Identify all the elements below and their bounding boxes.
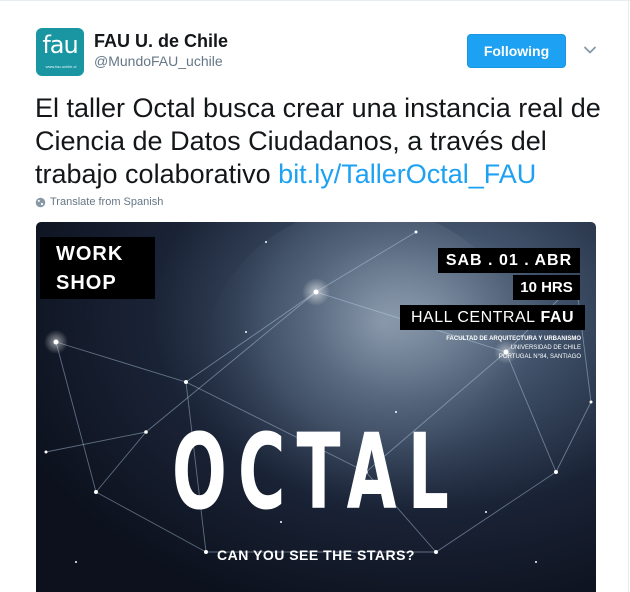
avatar-logo-text: fau [42, 31, 78, 59]
event-time: 10 HRS [513, 275, 580, 300]
workshop-badge: WORK SHOP [40, 237, 155, 299]
following-button[interactable]: Following [467, 34, 566, 68]
poster-title: OCTAL [172, 411, 460, 533]
address: PORTUGAL N°84, SANTIAGO [498, 354, 581, 360]
faculty-name: FACULTAD DE ARQUITECTURA Y URBANISMO [446, 336, 581, 342]
translate-link[interactable]: Translate from Spanish [35, 196, 163, 208]
translate-label: Translate from Spanish [50, 196, 164, 208]
chevron-down-icon[interactable] [583, 43, 597, 57]
right-divider [628, 0, 629, 592]
avatar[interactable]: fau www.fau.uchile.cl [36, 28, 84, 76]
event-date: SAB . 01 . ABR [438, 248, 580, 273]
account-name[interactable]: FAU U. de Chile [94, 31, 228, 52]
top-divider [0, 0, 630, 1]
event-venue: HALL CENTRAL FAU [400, 305, 585, 330]
workshop-line-2: SHOP [56, 272, 117, 294]
tweet-media-image[interactable]: WORK SHOP SAB . 01 . ABR 10 HRS HALL CEN… [36, 222, 596, 592]
account-handle[interactable]: @MundoFAU_uchile [94, 53, 223, 69]
globe-icon [35, 197, 46, 207]
venue-name: HALL CENTRAL [410, 308, 536, 326]
venue-name-bold: FAU [540, 308, 575, 326]
faculty-address: FACULTAD DE ARQUITECTURA Y URBANISMO UNI… [416, 335, 581, 362]
poster-tagline: CAN YOU SEE THE STARS? [217, 547, 415, 563]
university-name: UNIVERSIDAD DE CHILE [510, 345, 581, 351]
avatar-logo-url: www.fau.uchile.cl [45, 64, 77, 69]
workshop-line-1: WORK [56, 243, 124, 265]
tweet-link[interactable]: bit.ly/TallerOctal_FAU [278, 159, 536, 189]
tweet-text: El taller Octal busca crear una instanci… [35, 92, 615, 191]
